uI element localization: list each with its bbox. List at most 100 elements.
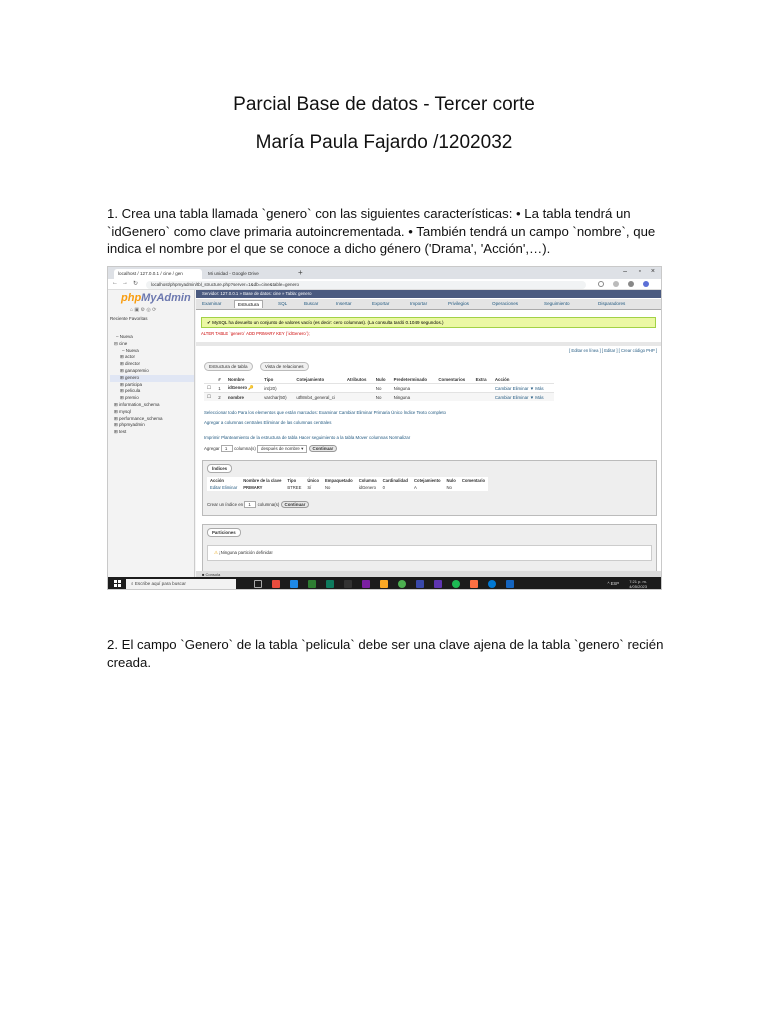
tab-privilegios[interactable]: Privilegios <box>448 301 469 306</box>
document-title: Parcial Base de datos - Tercer corte <box>233 94 535 115</box>
primary-key-icon: 🔑 <box>248 385 254 390</box>
new-tab-icon[interactable]: + <box>298 268 303 277</box>
minimize-icon[interactable]: – <box>623 268 627 275</box>
taskbar-app-icon[interactable] <box>416 580 424 588</box>
tree-item[interactable]: ⊞ mysql <box>110 409 194 416</box>
reload-icon[interactable]: ↻ <box>133 280 138 287</box>
column-header[interactable]: Nombre <box>225 376 261 384</box>
tab-insertar[interactable]: Insertar <box>336 301 352 306</box>
sidebar-recent-favorites[interactable]: Reciente Favoritas <box>110 316 148 321</box>
column-header: Acción <box>210 478 224 483</box>
column-header: Comentarios <box>438 377 466 382</box>
taskbar-app-icon[interactable] <box>380 580 388 588</box>
cell <box>343 383 373 393</box>
cell: idGenero <box>358 485 376 490</box>
tree-item[interactable]: ⊞ test <box>110 429 194 436</box>
position-select[interactable]: después de nombre ▾ <box>257 445 308 453</box>
taskbar-app-icon[interactable] <box>470 580 478 588</box>
url-input[interactable]: localhost/phpmyadmin/tbl_structure.php?s… <box>146 280 586 289</box>
taskbar-app-icon[interactable] <box>290 580 298 588</box>
tree-item-selected[interactable]: ⊞ genero <box>110 374 194 382</box>
bulk-actions-bar[interactable]: Seleccionar todo Para los elementos que … <box>204 410 446 415</box>
tab-examinar[interactable]: Examinar <box>202 301 221 306</box>
sidebar-icons[interactable]: ⌂ ▣ ⚙ ◎ ⟳ <box>130 307 156 313</box>
tree-item[interactable]: ⊟ cine <box>110 341 194 348</box>
tree-item[interactable]: – Nueva <box>110 348 194 355</box>
cell: utf8mb4_general_ci <box>293 392 344 401</box>
column-header: # <box>218 377 221 382</box>
tab-operaciones[interactable]: Operaciones <box>492 301 518 306</box>
taskbar-search-input[interactable]: ⌕ Escribe aquí para buscar <box>126 579 236 589</box>
profile-icon[interactable] <box>628 281 634 287</box>
tree-item[interactable]: ⊞ ganapremio <box>110 368 194 375</box>
create-index-input[interactable]: 1 <box>244 501 257 508</box>
browser-tab-drive[interactable]: Mi unidad - Google Drive <box>204 269 294 279</box>
tree-item[interactable]: ⊞ pelicula <box>110 388 194 395</box>
cell: varchar(50) <box>261 392 294 401</box>
table-header-row: Acción Nombre de la clave Tipo Único Emp… <box>207 477 488 484</box>
edit-query-links[interactable]: [ Editar en línea ] [ Editar ] [ Crear c… <box>569 348 657 353</box>
forward-icon[interactable]: → <box>122 280 128 286</box>
index-actions[interactable]: Editar Eliminar <box>207 484 240 491</box>
taskbar-app-icon[interactable] <box>434 580 442 588</box>
table-row: ☐ 1 idGenero 🔑 int(20) No Ninguna Cambia… <box>204 383 554 393</box>
tree-item[interactable]: ⊞ performance_schema <box>110 416 194 423</box>
create-index-continue-button[interactable]: Continuar <box>280 501 310 508</box>
browser-tab-phpmyadmin[interactable]: localhost / 127.0.0.1 / cine / gen <box>114 269 202 279</box>
avatar[interactable] <box>643 281 649 287</box>
maximize-icon[interactable]: ▫ <box>639 268 641 275</box>
tab-estructura[interactable]: Estructura <box>234 300 263 308</box>
tab-importar[interactable]: Importar <box>410 301 427 306</box>
success-message: ✔ MySQL ha devuelto un conjunto de valor… <box>201 317 656 328</box>
tab-disparadores[interactable]: Disparadores <box>598 301 625 306</box>
tree-item[interactable]: ⊞ information_schema <box>110 402 194 409</box>
tab-sql[interactable]: SQL <box>278 301 287 306</box>
cell: No <box>446 485 452 490</box>
taskbar-clock[interactable]: 7:21 p. m. 4/05/2023 <box>629 579 647 589</box>
taskbar-app-icon[interactable] <box>362 580 370 588</box>
tree-item[interactable]: ⊞ participa <box>110 382 194 389</box>
tab-exportar[interactable]: Exportar <box>372 301 389 306</box>
tab-seguimiento[interactable]: Seguimiento <box>544 301 570 306</box>
tree-item[interactable]: – Nueva <box>110 334 194 341</box>
add-count-input[interactable]: 1 <box>220 445 233 452</box>
tree-item[interactable]: ⊞ premio <box>110 395 194 402</box>
indexes-legend[interactable]: Índices <box>207 464 233 473</box>
task-view-icon[interactable] <box>254 580 262 588</box>
column-header: Cotejamiento <box>296 377 325 382</box>
structure-table: # Nombre Tipo Cotejamiento Atributos Nul… <box>204 376 554 401</box>
breadcrumb[interactable]: Servidor: 127.0.0.1 » Base de datos: cin… <box>196 290 661 298</box>
edge-icon[interactable] <box>488 580 496 588</box>
cell: 0 <box>382 485 385 490</box>
system-tray[interactable]: ^ ESP <box>607 581 619 586</box>
spotify-icon[interactable] <box>452 580 460 588</box>
extension-icon[interactable] <box>613 281 619 287</box>
back-icon[interactable]: ← <box>112 280 118 286</box>
column-header: Extra <box>475 377 487 382</box>
taskbar-app-icon[interactable] <box>326 580 334 588</box>
tree-item[interactable]: ⊞ director <box>110 361 194 368</box>
table-structure-button[interactable]: Estructura de tabla <box>204 362 253 371</box>
table-operations-links[interactable]: Imprimir Planteamiento de la estructura … <box>204 435 410 440</box>
partitions-legend[interactable]: Particiones <box>207 528 241 537</box>
row-actions[interactable]: Cambiar Eliminar ▼ Más <box>491 383 554 393</box>
taskbar-app-icon[interactable] <box>308 580 316 588</box>
tree-item[interactable]: ⊞ phpmyadmin <box>110 422 194 429</box>
star-icon[interactable] <box>598 281 604 287</box>
close-icon[interactable]: × <box>651 268 655 275</box>
tree-item[interactable]: ⊞ actor <box>110 354 194 361</box>
windows-start-icon[interactable] <box>114 580 121 587</box>
row-checkbox[interactable]: ☐ <box>204 383 216 393</box>
taskbar-app-icon[interactable] <box>506 580 514 588</box>
taskbar-app-icon[interactable] <box>272 580 280 588</box>
relation-view-button[interactable]: Vista de relaciones <box>259 362 309 371</box>
central-columns-links[interactable]: Agregar a columnas centrales Eliminar de… <box>204 420 331 425</box>
taskbar-app-icon[interactable] <box>344 580 352 588</box>
chrome-icon[interactable] <box>398 580 406 588</box>
tab-buscar[interactable]: Buscar <box>304 301 318 306</box>
row-checkbox[interactable]: ☐ <box>204 392 216 401</box>
row-actions[interactable]: Cambiar Eliminar ▼ Más <box>491 392 554 401</box>
phpmyadmin-screenshot: localhost / 127.0.0.1 / cine / gen Mi un… <box>107 266 662 590</box>
continue-button[interactable]: Continuar <box>308 445 338 452</box>
pma-main: Servidor: 127.0.0.1 » Base de datos: cin… <box>196 290 661 577</box>
